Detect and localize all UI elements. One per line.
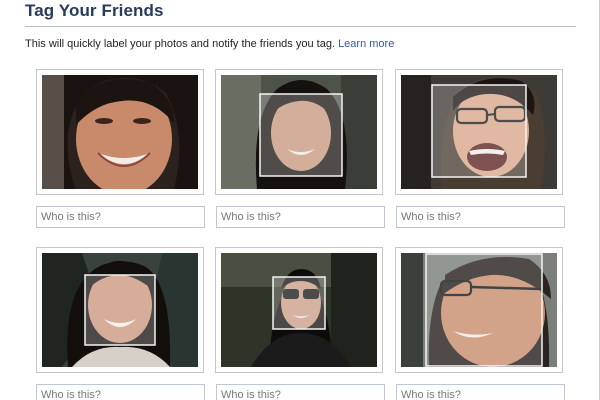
face-photo-6: [401, 253, 557, 367]
face-tile-5[interactable]: [215, 247, 383, 373]
face-photo-4: [42, 253, 198, 367]
face-tile-4[interactable]: [36, 247, 204, 373]
who-is-this-input-3[interactable]: [396, 206, 565, 228]
face-photo-3: [401, 75, 557, 189]
tag-friends-dialog: Tag Your Friends This will quickly label…: [0, 0, 600, 400]
learn-more-link[interactable]: Learn more: [338, 38, 394, 50]
who-is-this-input-5[interactable]: [216, 384, 385, 400]
face-photo-2: [221, 75, 377, 189]
face-photo-1: [42, 75, 198, 189]
dialog-subtitle: This will quickly label your photos and …: [25, 38, 394, 50]
face-tile-1[interactable]: [36, 69, 204, 195]
who-is-this-input-4[interactable]: [36, 384, 205, 400]
face-tile-3[interactable]: [395, 69, 563, 195]
who-is-this-input-2[interactable]: [216, 206, 385, 228]
who-is-this-input-6[interactable]: [396, 384, 565, 400]
who-is-this-input-1[interactable]: [36, 206, 205, 228]
dialog-title: Tag Your Friends: [25, 1, 164, 20]
face-tile-2[interactable]: [215, 69, 383, 195]
face-tile-6[interactable]: [395, 247, 563, 373]
face-photo-5: [221, 253, 377, 367]
title-divider: [25, 26, 576, 27]
subtitle-text: This will quickly label your photos and …: [25, 38, 335, 50]
